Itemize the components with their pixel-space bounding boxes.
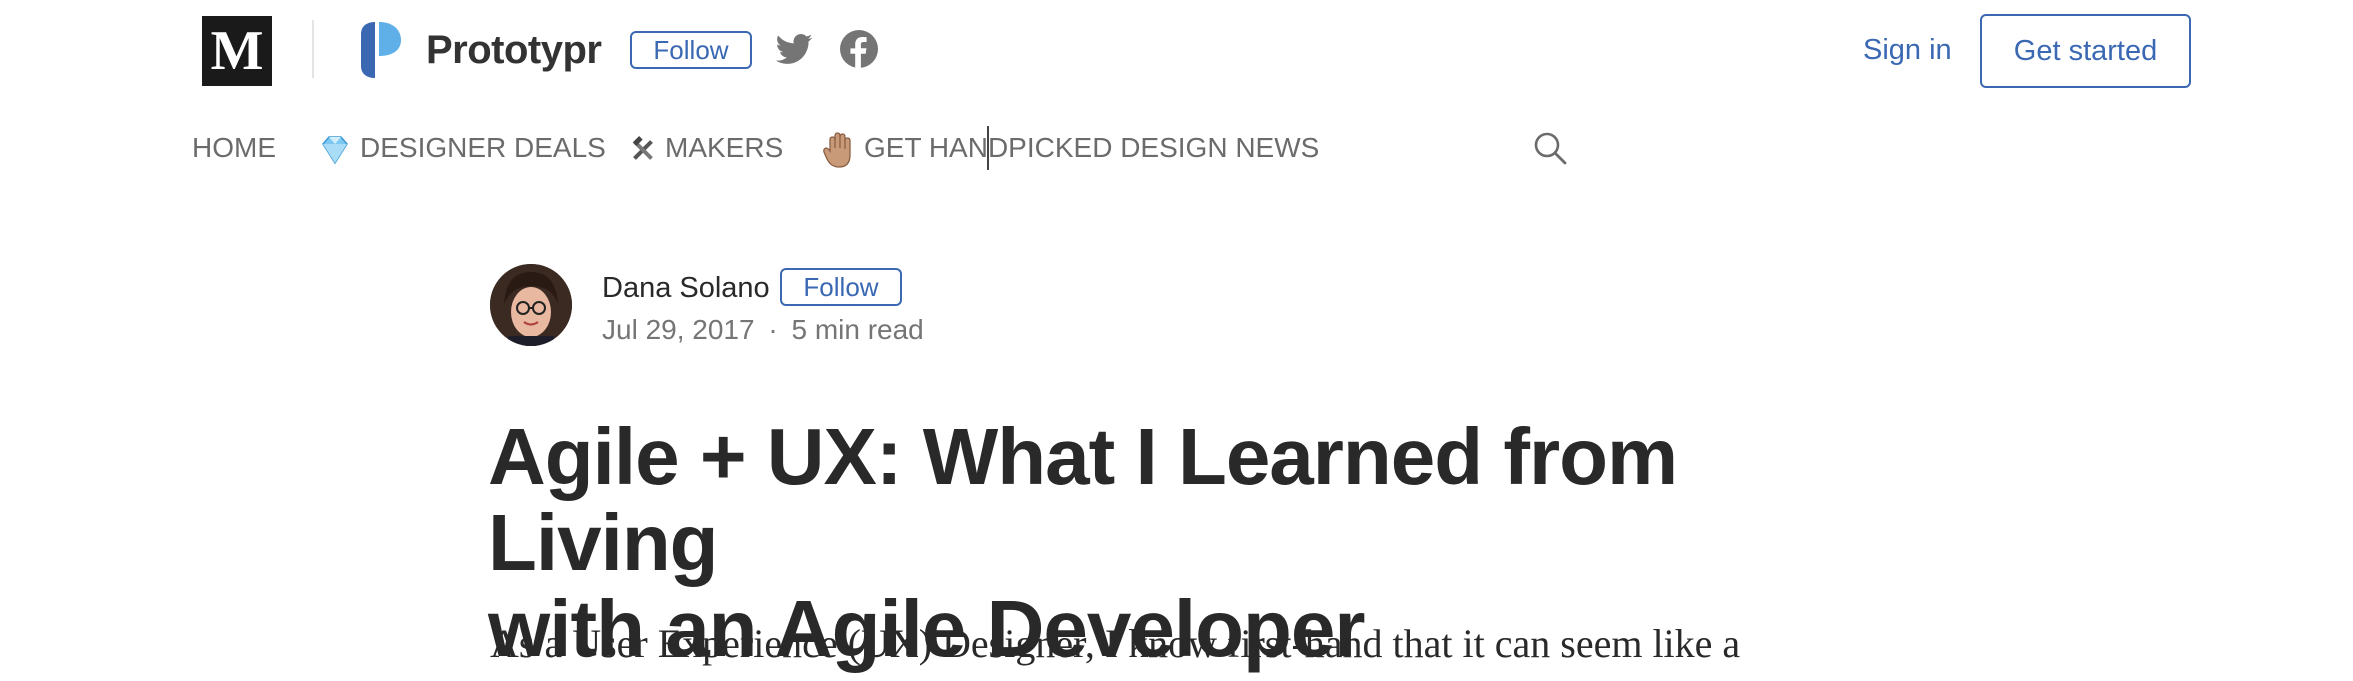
- nav-item-label: MAKERS: [665, 132, 784, 163]
- nav-item-design-news[interactable]: GET HANDPICKED DESIGN NEWS: [822, 124, 1319, 172]
- nav-item-home[interactable]: HOME: [192, 124, 276, 172]
- meta-separator: ·: [768, 314, 778, 345]
- twitter-icon[interactable]: [774, 30, 814, 70]
- article-meta: Jul 29, 2017 · 5 min read: [602, 312, 924, 348]
- nav-item-makers[interactable]: MAKERS: [629, 124, 783, 172]
- hammer-wrench-icon: [632, 135, 653, 160]
- nav-item-label: HOME: [192, 132, 276, 163]
- publication-name[interactable]: Prototypr: [426, 24, 602, 76]
- nav-item-designer-deals[interactable]: DESIGNER DEALS: [318, 124, 606, 172]
- sign-in-link[interactable]: Sign in: [1863, 32, 1952, 68]
- facebook-icon[interactable]: [840, 30, 878, 68]
- article-body-first-line: As a User Experience (UX) Designer, I kn…: [490, 621, 1741, 666]
- header-divider: [312, 20, 314, 78]
- follow-author-button[interactable]: Follow: [780, 268, 902, 306]
- read-time: 5 min read: [791, 314, 924, 345]
- follow-publication-button[interactable]: Follow: [630, 31, 752, 69]
- raised-hand-icon: [823, 131, 851, 168]
- get-started-button[interactable]: Get started: [1980, 14, 2191, 88]
- nav-item-label: GET HANDPICKED DESIGN NEWS: [864, 132, 1320, 163]
- author-avatar[interactable]: [490, 264, 572, 346]
- title-line: Agile + UX: What I Learned from Living: [488, 412, 1678, 587]
- nav-item-label: DESIGNER DEALS: [360, 132, 606, 163]
- author-name[interactable]: Dana Solano: [602, 270, 770, 306]
- medium-logo[interactable]: M: [202, 16, 272, 86]
- top-bar: M Prototypr Follow Sign in Get started: [0, 0, 2353, 100]
- search-icon[interactable]: [1532, 130, 1568, 166]
- publish-date[interactable]: Jul 29, 2017: [602, 314, 755, 345]
- gem-icon: [322, 135, 348, 165]
- prototypr-logo-icon[interactable]: [357, 20, 413, 80]
